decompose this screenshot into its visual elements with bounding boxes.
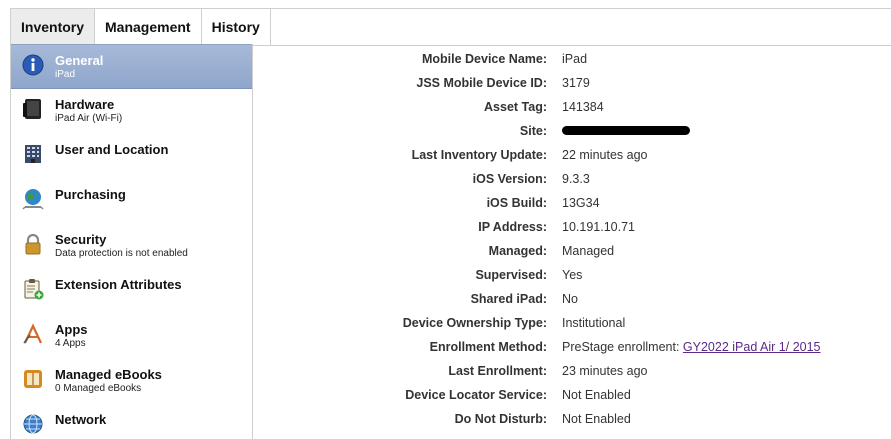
sidebar-item-managed-ebooks[interactable]: Managed eBooks 0 Managed eBooks [11,359,252,404]
detail-label: iOS Version: [472,172,547,186]
detail-value: 22 minutes ago [562,148,648,162]
detail-row-device-ownership-type: Device Ownership Type: Institutional [252,311,891,335]
detail-row-shared-ipad: Shared iPad: No [252,287,891,311]
enrollment-method-text: PreStage enrollment: [562,340,683,354]
sidebar-item-subtitle: iPad Air (Wi-Fi) [55,113,123,124]
tab-inventory[interactable]: Inventory [10,9,96,45]
detail-value: 141384 [562,100,604,114]
detail-value: PreStage enrollment: GY2022 iPad Air 1/ … [562,335,821,359]
sidebar-item-subtitle: Data protection is not enabled [55,248,188,259]
detail-row-ios-build: iOS Build: 13G34 [252,191,891,215]
detail-value: Not Enabled [562,388,631,402]
app-store-icon [21,322,45,346]
globe-icon [21,187,45,211]
detail-label: IP Address: [478,220,547,234]
detail-label: Site: [519,124,547,138]
detail-value: Not Enabled [562,412,631,426]
detail-label: Do Not Disturb: [454,412,547,426]
detail-value: Managed [562,244,615,258]
padlock-icon [21,232,45,256]
sidebar-item-label: Managed eBooks [55,367,162,382]
sidebar-item-purchasing[interactable]: Purchasing [11,179,252,224]
sidebar-item-label: Apps [55,322,88,337]
tab-management[interactable]: Management [95,9,202,45]
sidebar-item-label: Purchasing [55,187,126,202]
detail-label: Mobile Device Name: [421,52,547,66]
detail-row-supervised: Supervised: Yes [252,263,891,287]
detail-label: Enrollment Method: [429,340,547,354]
sidebar-item-label: Hardware [55,97,115,112]
inventory-sidebar: General iPad Hardware iPad Air (Wi-Fi) U… [10,44,253,439]
detail-row-ios-version: iOS Version: 9.3.3 [252,167,891,191]
ipad-hardware-icon [21,97,45,121]
info-icon [21,53,45,77]
detail-value: 9.3.3 [562,172,590,186]
detail-row-do-not-disturb: Do Not Disturb: Not Enabled [252,407,891,431]
detail-value: No [562,292,578,306]
sidebar-item-hardware[interactable]: Hardware iPad Air (Wi-Fi) [11,89,252,134]
sidebar-item-subtitle: iPad [55,69,76,80]
sidebar-item-general[interactable]: General iPad [11,44,252,89]
detail-label: Device Locator Service: [405,388,547,402]
detail-label: Asset Tag: [484,100,547,114]
sidebar-item-user-and-location[interactable]: User and Location [11,134,252,179]
detail-label: iOS Build: [486,196,547,210]
detail-row-last-enrollment: Last Enrollment: 23 minutes ago [252,359,891,383]
clipboard-add-icon [21,277,45,301]
detail-row-asset-tag: Asset Tag: 141384 [252,95,891,119]
detail-value [562,119,690,143]
sidebar-item-label: Security [55,232,107,247]
detail-label: Last Enrollment: [448,364,547,378]
detail-row-site: Site: [252,119,891,143]
building-icon [21,142,45,166]
detail-label: JSS Mobile Device ID: [416,76,547,90]
detail-label: Device Ownership Type: [402,316,547,330]
detail-label: Last Inventory Update: [411,148,547,162]
detail-value: Yes [562,268,583,282]
detail-value: 23 minutes ago [562,364,648,378]
sidebar-item-subtitle: 0 Managed eBooks [55,383,142,394]
detail-row-enrollment-method: Enrollment Method: PreStage enrollment: … [252,335,891,359]
sidebar-item-label: Extension Attributes [55,277,182,292]
detail-label: Supervised: [475,268,547,282]
detail-value: Institutional [562,316,626,330]
tab-history[interactable]: History [202,9,271,45]
sidebar-item-network[interactable]: Network [11,404,252,439]
sidebar-item-subtitle: 4 Apps [55,338,86,349]
sidebar-item-label: User and Location [55,142,169,157]
tab-bar: Inventory Management History [10,8,891,46]
redacted-site-value [562,126,690,136]
sidebar-item-extension-attributes[interactable]: Extension Attributes [11,269,252,314]
detail-row-ip-address: IP Address: 10.191.10.71 [252,215,891,239]
detail-row-managed: Managed: Managed [252,239,891,263]
detail-row-device-locator-service: Device Locator Service: Not Enabled [252,383,891,407]
detail-value: iPad [562,52,588,66]
detail-row-last-inventory-update: Last Inventory Update: 22 minutes ago [252,143,891,167]
detail-value: 13G34 [562,196,600,210]
detail-label: Managed: [488,244,547,258]
detail-value: 10.191.10.71 [562,220,635,234]
general-details-panel: Mobile Device Name: iPad JSS Mobile Devi… [252,44,891,439]
detail-label: Shared iPad: [470,292,547,306]
ibooks-icon [21,367,45,391]
prestage-enrollment-link[interactable]: GY2022 iPad Air 1/ 2015 [683,340,821,354]
detail-value: 3179 [562,76,590,90]
sidebar-item-label: Network [55,412,107,427]
sidebar-item-label: General [55,53,104,68]
detail-row-jss-mobile-device-id: JSS Mobile Device ID: 3179 [252,71,891,95]
detail-row-mobile-device-name: Mobile Device Name: iPad [252,47,891,71]
sidebar-item-security[interactable]: Security Data protection is not enabled [11,224,252,269]
sidebar-item-apps[interactable]: Apps 4 Apps [11,314,252,359]
network-globe-icon [21,412,45,436]
